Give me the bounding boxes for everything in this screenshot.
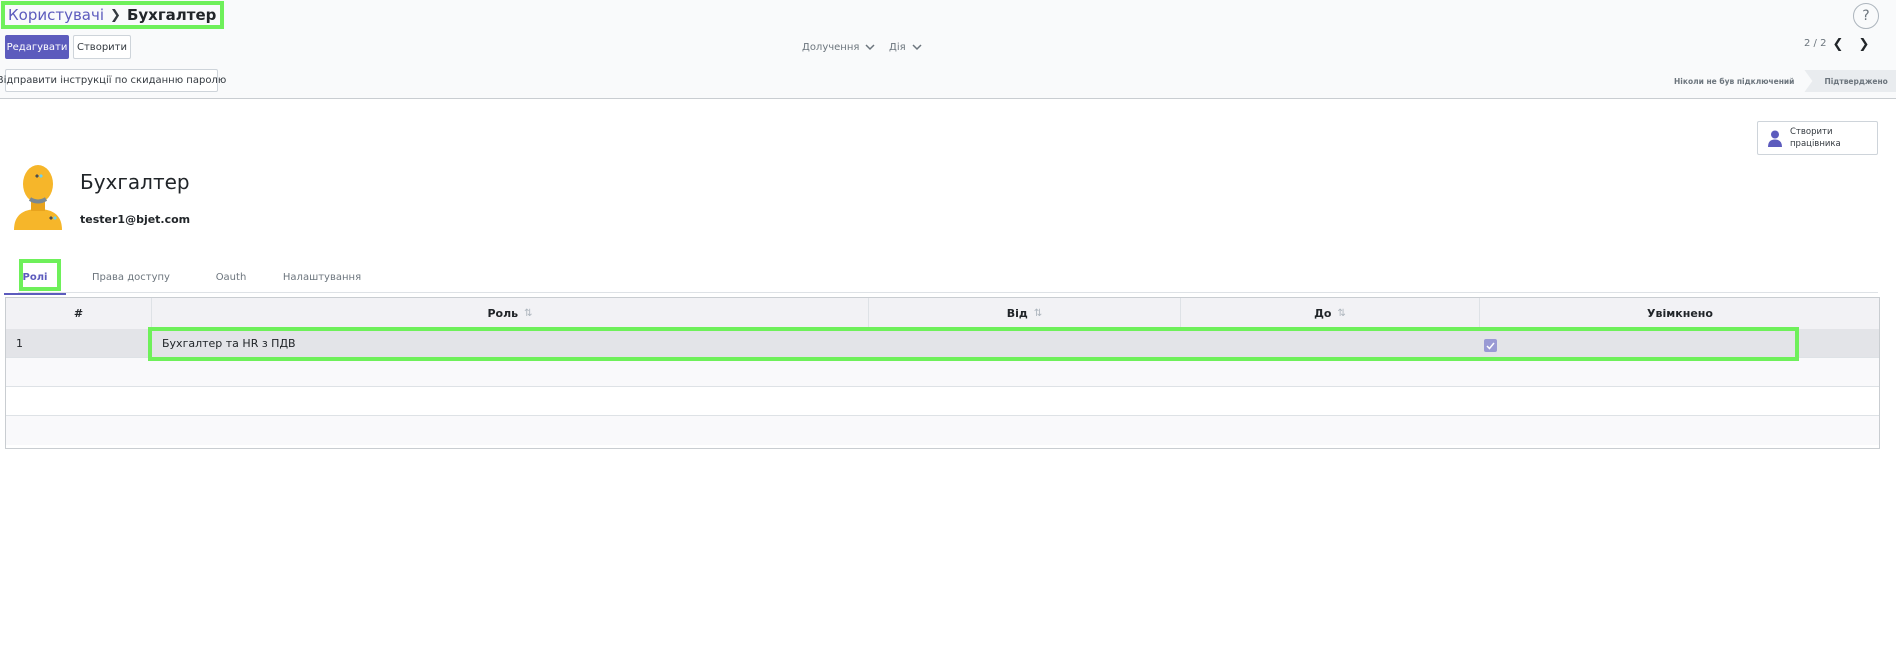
status-step-confirmed[interactable]: Підтверджено: [1804, 70, 1896, 92]
row-index: 1: [16, 337, 23, 350]
form-tabs: Ролі Права доступу Oauth Налаштування: [18, 262, 1878, 293]
create-employee-label: Створити працівника: [1790, 127, 1841, 149]
send-reset-password-button[interactable]: Відправити інструкції по скиданню паролю: [0, 69, 226, 92]
tab-settings[interactable]: Налаштування: [268, 262, 376, 292]
breadcrumb-current: Бухгалтер: [126, 6, 217, 24]
chevron-right-icon: ❯: [110, 7, 121, 23]
breadcrumb: Користувачі ❯ Бухгалтер: [1, 1, 225, 29]
table-row-empty: [6, 387, 1879, 416]
action-dropdown-label: Дія: [889, 41, 906, 53]
attachments-dropdown-label: Долучення: [802, 41, 860, 53]
question-icon: ?: [1862, 8, 1870, 24]
status-steps: Ніколи не був підключений Підтверджено: [1664, 70, 1896, 92]
status-step-never-connected[interactable]: Ніколи не був підключений: [1664, 70, 1804, 92]
attachments-dropdown[interactable]: Долучення: [802, 38, 875, 56]
column-header-enabled[interactable]: Увімкнено: [1480, 298, 1880, 329]
row-role[interactable]: Бухгалтер та HR з ПДВ: [162, 329, 296, 358]
column-header-from-label: Від: [1006, 307, 1028, 320]
sort-icon: ⇅: [1337, 308, 1346, 319]
form-statusbar: Відправити інструкції по скиданню паролю…: [0, 66, 1896, 99]
chevron-down-icon: [912, 43, 922, 50]
column-header-enabled-label: Увімкнено: [1647, 307, 1713, 320]
pager-previous-icon[interactable]: ❮: [1832, 37, 1844, 52]
breadcrumb-parent-link[interactable]: Користувачі: [8, 6, 104, 24]
user-name: Бухгалтер: [80, 170, 190, 194]
control-panel: Користувачі ❯ Бухгалтер ? Редагувати Ств…: [0, 0, 1896, 67]
column-header-role-label: Роль: [487, 307, 519, 320]
sort-icon: ⇅: [524, 308, 533, 319]
column-header-index-label: #: [73, 307, 84, 320]
column-header-from[interactable]: Від ⇅: [869, 298, 1180, 329]
avatar[interactable]: [12, 164, 64, 232]
chevron-down-icon: [865, 43, 875, 50]
edit-button[interactable]: Редагувати: [5, 35, 69, 59]
pager-value[interactable]: 2 / 2: [1804, 38, 1826, 49]
column-header-to[interactable]: До ⇅: [1181, 298, 1479, 329]
action-dropdown[interactable]: Дія: [889, 38, 922, 56]
checkmark-icon: [1486, 342, 1495, 350]
column-header-role[interactable]: Роль ⇅: [152, 298, 868, 329]
table-header: # Роль ⇅ Від ⇅ До ⇅ Увімкнено: [6, 298, 1879, 330]
help-button[interactable]: ?: [1853, 3, 1879, 29]
user-email: tester1@bjet.com: [80, 213, 191, 226]
user-icon: [1768, 130, 1782, 147]
pager-next-icon[interactable]: ❯: [1858, 37, 1870, 52]
create-button[interactable]: Створити: [73, 35, 131, 59]
tab-access-rights[interactable]: Права доступу: [80, 262, 182, 292]
column-header-to-label: До: [1314, 307, 1332, 320]
table-row-empty: [6, 416, 1879, 445]
tab-oauth[interactable]: Oauth: [198, 262, 264, 292]
enabled-checkbox[interactable]: [1484, 339, 1497, 352]
active-tab-indicator: [4, 293, 66, 295]
table-row[interactable]: 1 Бухгалтер та HR з ПДВ: [6, 329, 1879, 358]
column-header-index: #: [6, 298, 151, 329]
create-employee-button[interactable]: Створити працівника: [1757, 121, 1878, 155]
tab-roles[interactable]: Ролі: [18, 262, 52, 292]
table-row-empty: [6, 358, 1879, 387]
sort-icon: ⇅: [1033, 308, 1043, 319]
roles-table: # Роль ⇅ Від ⇅ До ⇅ Увімкнено 1 Бухгалте…: [5, 297, 1880, 449]
